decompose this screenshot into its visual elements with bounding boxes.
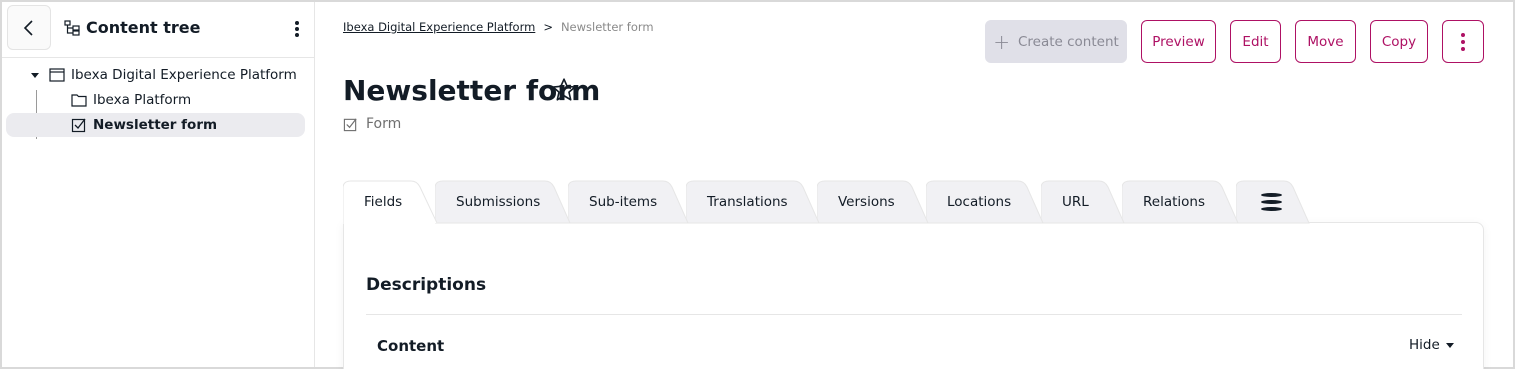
bookmark-star-icon[interactable]: [551, 77, 577, 103]
folder-icon: [71, 94, 87, 107]
tab-fields[interactable]: Fields: [343, 180, 437, 224]
form-icon: [71, 118, 86, 133]
tab-more[interactable]: [1236, 180, 1310, 224]
tab-url[interactable]: URL: [1041, 180, 1125, 224]
field-group-title: Content: [377, 337, 445, 355]
tab-label: Translations: [707, 193, 788, 210]
section-divider: [366, 314, 1462, 315]
collapse-sidebar-button[interactable]: [7, 5, 51, 50]
caret-down-icon[interactable]: [31, 72, 39, 78]
tree-item-label: Ibexa Digital Experience Platform: [71, 67, 297, 83]
create-content-label: Create content: [1017, 33, 1119, 50]
breadcrumb: Ibexa Digital Experience Platform > News…: [343, 20, 654, 34]
tree-item-label: Ibexa Platform: [93, 92, 192, 108]
sidebar-more-menu[interactable]: [288, 19, 306, 39]
breadcrumb-separator: >: [543, 20, 553, 34]
sidebar-title: Content tree: [86, 18, 201, 37]
tab-label: Sub-items: [589, 193, 658, 210]
plus-icon: +: [993, 29, 1010, 54]
sidebar-divider: [2, 57, 315, 58]
tab-versions[interactable]: Versions: [817, 180, 929, 224]
more-vertical-icon: [1461, 32, 1465, 51]
more-dot-icon: [295, 21, 299, 25]
more-dot-icon: [295, 33, 299, 37]
tab-panel: Descriptions Content Hide: [343, 222, 1484, 369]
tab-label: URL: [1062, 193, 1089, 210]
breadcrumb-link-root[interactable]: Ibexa Digital Experience Platform: [343, 20, 535, 34]
tab-label: Fields: [364, 193, 403, 210]
hide-label: Hide: [1409, 337, 1440, 353]
form-icon: [343, 118, 357, 131]
edit-button[interactable]: Edit: [1230, 20, 1281, 63]
tab-label: Locations: [947, 193, 1012, 210]
tab-locations[interactable]: Locations: [926, 180, 1044, 224]
hide-toggle-button[interactable]: Hide: [1409, 337, 1454, 353]
tree-item-ibexa-platform[interactable]: Ibexa Platform: [71, 88, 191, 112]
tab-relations[interactable]: Relations: [1122, 180, 1239, 224]
content-type-label: Form: [366, 116, 402, 132]
tree-item-root[interactable]: Ibexa Digital Experience Platform: [31, 63, 297, 87]
caret-down-icon: [1445, 342, 1454, 348]
content-tree-icon: [64, 20, 80, 36]
create-content-button[interactable]: + Create content: [985, 20, 1127, 63]
tab-sub-items[interactable]: Sub-items: [568, 180, 689, 224]
more-dot-icon: [295, 27, 299, 31]
tree-item-newsletter-form[interactable]: Newsletter form: [6, 113, 305, 137]
folder-open-icon: [49, 68, 65, 82]
tab-label: Submissions: [456, 193, 541, 210]
tab-translations[interactable]: Translations: [686, 180, 820, 224]
breadcrumb-current: Newsletter form: [560, 20, 654, 34]
more-actions-button[interactable]: [1442, 20, 1484, 63]
move-button[interactable]: Move: [1295, 20, 1356, 63]
content-tree-sidebar: Content tree Ibexa Digital Experience Pl…: [2, 2, 315, 367]
tab-submissions[interactable]: Submissions: [435, 180, 571, 224]
preview-button[interactable]: Preview: [1141, 20, 1216, 63]
content-type: Form: [343, 116, 401, 132]
more-vertical-icon: [1236, 192, 1282, 211]
section-title: Descriptions: [366, 275, 487, 295]
tree-item-label: Newsletter form: [93, 117, 218, 133]
tab-label: Versions: [838, 193, 895, 210]
chevron-left-icon: [23, 19, 33, 36]
tab-label: Relations: [1143, 193, 1205, 210]
copy-button[interactable]: Copy: [1370, 20, 1428, 63]
